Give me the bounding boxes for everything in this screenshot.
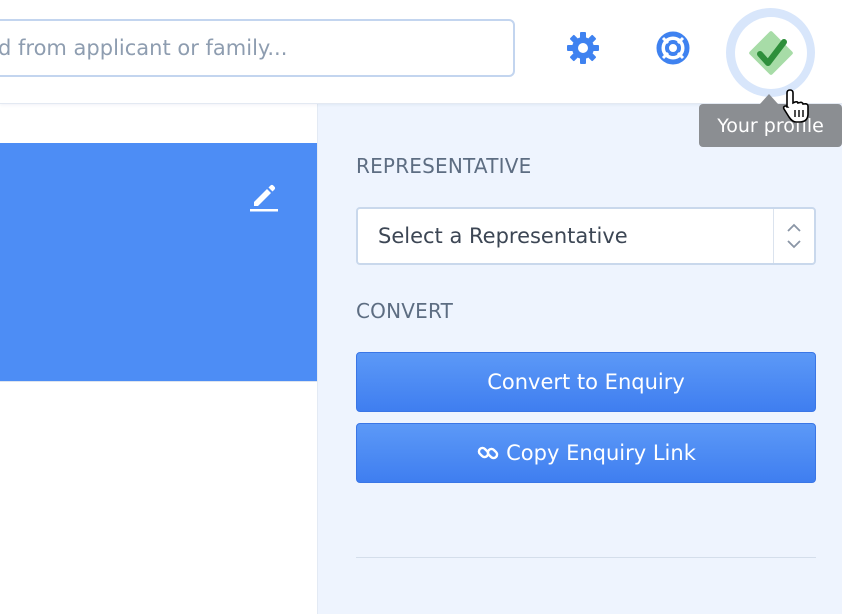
lifebuoy-icon xyxy=(656,31,690,65)
edit-button[interactable] xyxy=(248,180,280,212)
convert-to-enquiry-button[interactable]: Convert to Enquiry xyxy=(356,352,816,412)
link-icon xyxy=(476,441,500,465)
select-separator xyxy=(773,209,774,263)
copy-enquiry-link-label: Copy Enquiry Link xyxy=(506,441,696,465)
avatar xyxy=(734,16,807,89)
top-bar xyxy=(0,0,842,104)
settings-button[interactable] xyxy=(563,28,603,68)
representative-label: REPRESENTATIVE xyxy=(356,154,532,178)
sidebar-divider xyxy=(356,557,816,558)
help-button[interactable] xyxy=(653,28,693,68)
tooltip-arrow xyxy=(760,94,778,104)
convert-label: CONVERT xyxy=(356,299,454,323)
chevron-up-down-icon xyxy=(787,223,801,249)
gear-icon xyxy=(567,32,599,64)
profile-tooltip: Your profile xyxy=(699,104,842,147)
copy-enquiry-link-button[interactable]: Copy Enquiry Link xyxy=(356,423,816,483)
checkmark-avatar-icon xyxy=(748,30,793,75)
representative-select-value: Select a Representative xyxy=(378,224,628,248)
applicant-header-panel xyxy=(0,143,317,382)
representative-select[interactable]: Select a Representative xyxy=(356,207,816,265)
pencil-icon xyxy=(250,184,278,212)
hand-cursor-icon xyxy=(782,89,809,123)
search-input[interactable] xyxy=(0,19,515,77)
profile-button[interactable] xyxy=(726,8,815,97)
convert-to-enquiry-label: Convert to Enquiry xyxy=(487,370,685,394)
